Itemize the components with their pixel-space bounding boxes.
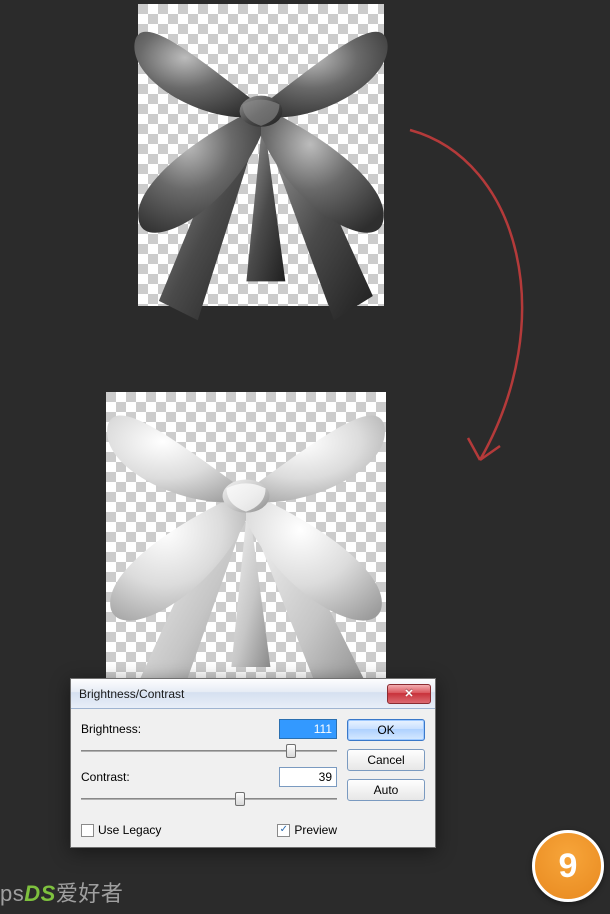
close-icon: ✕ (404, 687, 413, 700)
use-legacy-label: Use Legacy (98, 823, 161, 837)
cancel-button[interactable]: Cancel (347, 749, 425, 771)
ok-button[interactable]: OK (347, 719, 425, 741)
watermark-logo: DS (24, 881, 56, 906)
step-badge: 9 (532, 830, 604, 902)
checkbox-icon (81, 824, 94, 837)
dialog-titlebar[interactable]: Brightness/Contrast ✕ (71, 679, 435, 709)
close-button[interactable]: ✕ (387, 684, 431, 704)
brightness-label: Brightness: (81, 722, 279, 736)
step-number: 9 (559, 847, 578, 886)
preview-checkbox[interactable]: ✓ Preview (277, 823, 337, 837)
contrast-slider[interactable] (81, 789, 337, 809)
use-legacy-checkbox[interactable]: Use Legacy (81, 823, 161, 837)
bow-bright-illustration (88, 374, 404, 706)
bow-dark-illustration (120, 0, 402, 324)
contrast-label: Contrast: (81, 770, 279, 784)
auto-button[interactable]: Auto (347, 779, 425, 801)
dialog-title: Brightness/Contrast (79, 687, 387, 701)
brightness-contrast-dialog: Brightness/Contrast ✕ Brightness: Contra… (70, 678, 436, 848)
brightness-slider[interactable] (81, 741, 337, 761)
preview-label: Preview (294, 823, 337, 837)
checkbox-icon: ✓ (277, 824, 290, 837)
flow-arrow (390, 120, 570, 500)
source-image (138, 4, 384, 306)
watermark: psDS爱好者 (0, 876, 123, 908)
contrast-input[interactable] (279, 767, 337, 787)
brightness-input[interactable] (279, 719, 337, 739)
result-image (106, 392, 386, 688)
